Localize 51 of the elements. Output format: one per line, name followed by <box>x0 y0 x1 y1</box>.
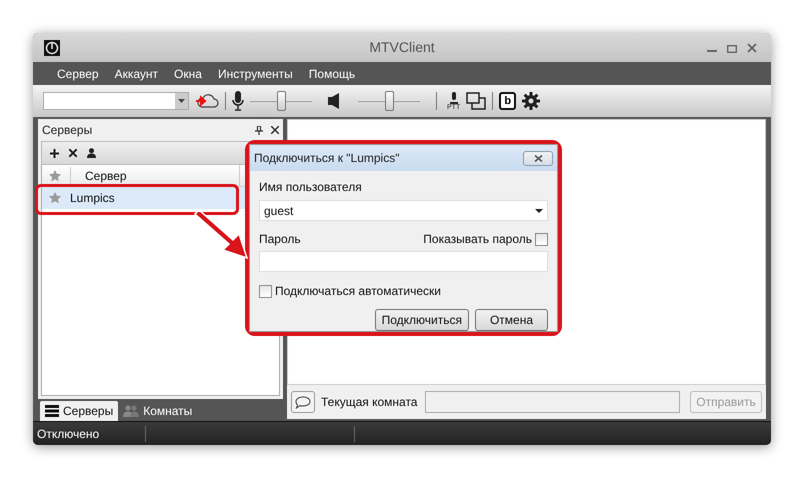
microphone-icon[interactable] <box>232 91 244 111</box>
checkbox-label[interactable]: Подключаться автоматически <box>275 282 441 300</box>
arrow <box>193 212 249 260</box>
maximize-icon[interactable] <box>727 42 737 52</box>
delete-icon[interactable] <box>69 149 77 157</box>
checkbox[interactable] <box>259 284 272 298</box>
dialog-title: Подключиться к "Lumpics" <box>254 150 400 167</box>
menu-item[interactable]: Помощь <box>300 64 364 82</box>
slider-thumb[interactable] <box>277 91 286 111</box>
server-name: Lumpics <box>70 190 115 207</box>
panel-title: Серверы <box>42 122 92 139</box>
star-icon <box>48 168 62 182</box>
status-text: Отключено <box>36 426 100 442</box>
panel-tab[interactable]: Комнаты <box>118 401 198 421</box>
window-title: MTVClient <box>369 38 435 57</box>
dialog-button[interactable]: Подключиться <box>374 309 469 331</box>
star-icon[interactable] <box>48 191 62 205</box>
panel-tab[interactable]: Серверы <box>40 401 118 421</box>
username-combobox[interactable]: guest <box>259 200 548 221</box>
speaker-icon[interactable] <box>328 93 340 109</box>
menu-item[interactable]: Инструменты <box>210 64 301 82</box>
close-icon[interactable] <box>271 126 279 134</box>
b-button[interactable]: b <box>499 92 516 110</box>
list-icon <box>45 405 59 417</box>
checkbox-label[interactable]: Показывать пароль <box>423 230 532 248</box>
menu-item[interactable]: Аккаунт <box>106 64 166 82</box>
close-icon <box>534 154 542 162</box>
slider-thumb[interactable] <box>385 91 394 111</box>
windows-icon[interactable] <box>466 92 486 110</box>
pin-icon[interactable] <box>255 126 263 134</box>
users-icon <box>123 405 140 417</box>
close-button[interactable] <box>523 150 553 166</box>
menu-item[interactable]: Сервер <box>49 64 107 82</box>
microphone-icon <box>450 92 458 104</box>
add-icon[interactable] <box>50 148 59 158</box>
settings-icon[interactable] <box>522 92 540 110</box>
menu-item[interactable]: Окна <box>166 64 210 82</box>
chat-button[interactable] <box>291 391 315 413</box>
dropdown-arrow-icon <box>178 99 185 103</box>
field-label: Пароль <box>259 231 301 248</box>
cloud-connect-icon[interactable] <box>195 92 219 110</box>
message-field[interactable] <box>425 391 680 413</box>
password-field[interactable] <box>259 251 548 272</box>
user-icon[interactable] <box>87 148 96 158</box>
speech-bubble-icon <box>295 396 311 408</box>
current-room-label: Текущая комната <box>321 394 418 411</box>
server-combobox[interactable] <box>43 92 189 110</box>
dialog-button[interactable]: Отмена <box>475 309 548 331</box>
checkbox[interactable] <box>535 232 548 246</box>
app-logo-icon <box>44 40 60 56</box>
dropdown-arrow-icon <box>535 208 543 212</box>
